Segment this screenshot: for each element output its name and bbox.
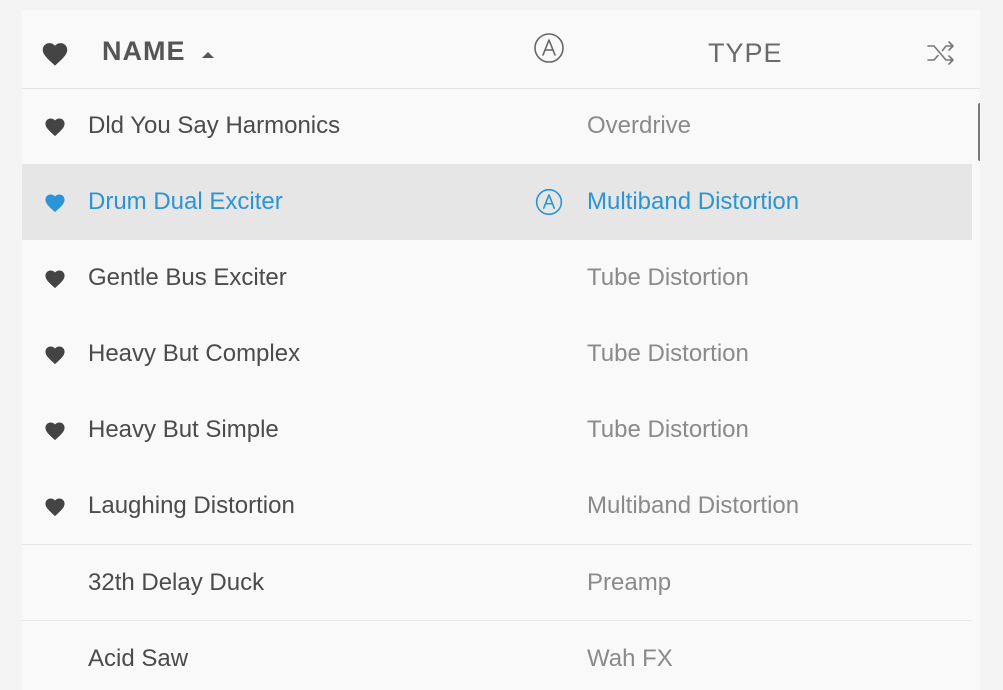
- preset-name: Drum Dual Exciter: [88, 188, 283, 215]
- preset-row-selected[interactable]: Drum Dual Exciter Multiband Distortion: [22, 164, 972, 240]
- preset-row[interactable]: Laughing Distortion Multiband Distortion: [22, 468, 972, 544]
- circled-a-icon[interactable]: [532, 31, 566, 65]
- favorite-heart-icon[interactable]: [44, 269, 66, 289]
- list-header: NAME TYPE: [22, 10, 980, 89]
- shuffle-icon[interactable]: [924, 36, 958, 70]
- favorite-heart-icon[interactable]: [44, 345, 66, 365]
- preset-type: Tube Distortion: [587, 416, 749, 443]
- scrollbar-thumb[interactable]: [978, 103, 980, 161]
- preset-type: Multiband Distortion: [587, 188, 800, 215]
- preset-row[interactable]: Heavy But Complex Tube Distortion: [22, 316, 972, 392]
- type-column-header[interactable]: TYPE: [708, 38, 783, 69]
- sort-ascending-icon[interactable]: [202, 52, 214, 58]
- preset-row[interactable]: Dld You Say Harmonics Overdrive: [22, 88, 972, 164]
- favorite-heart-icon[interactable]: [44, 117, 66, 137]
- preset-type: Overdrive: [587, 112, 692, 139]
- preset-row[interactable]: Heavy But Simple Tube Distortion: [22, 392, 972, 468]
- preset-name: Laughing Distortion: [88, 492, 295, 519]
- preset-row[interactable]: Acid Saw Wah FX: [22, 620, 972, 690]
- favorite-heart-icon[interactable]: [44, 497, 66, 517]
- preset-type: Wah FX: [587, 645, 673, 672]
- preset-name: Heavy But Simple: [88, 416, 279, 443]
- preset-type: Preamp: [587, 569, 672, 596]
- preset-list-panel: NAME TYPE Dld You Say Harmonics Overdriv…: [22, 10, 980, 690]
- favorite-column-heart-icon[interactable]: [41, 41, 69, 67]
- favorite-heart-icon[interactable]: [44, 421, 66, 441]
- preset-name: Gentle Bus Exciter: [88, 264, 287, 291]
- preset-row[interactable]: 32th Delay Duck Preamp: [22, 544, 972, 621]
- preset-browser-window: NAME TYPE Dld You Say Harmonics Overdriv…: [0, 0, 1003, 690]
- name-column-header[interactable]: NAME: [102, 36, 186, 67]
- preset-name: Acid Saw: [88, 645, 189, 672]
- preset-type: Multiband Distortion: [587, 492, 800, 519]
- preset-type: Tube Distortion: [587, 340, 749, 367]
- preset-name: Dld You Say Harmonics: [88, 112, 341, 139]
- preset-row[interactable]: Gentle Bus Exciter Tube Distortion: [22, 240, 972, 316]
- preset-type: Tube Distortion: [587, 264, 749, 291]
- circled-a-icon: [534, 187, 564, 217]
- preset-name: Heavy But Complex: [88, 340, 301, 367]
- preset-name: 32th Delay Duck: [88, 569, 265, 596]
- favorite-heart-icon[interactable]: [44, 193, 66, 213]
